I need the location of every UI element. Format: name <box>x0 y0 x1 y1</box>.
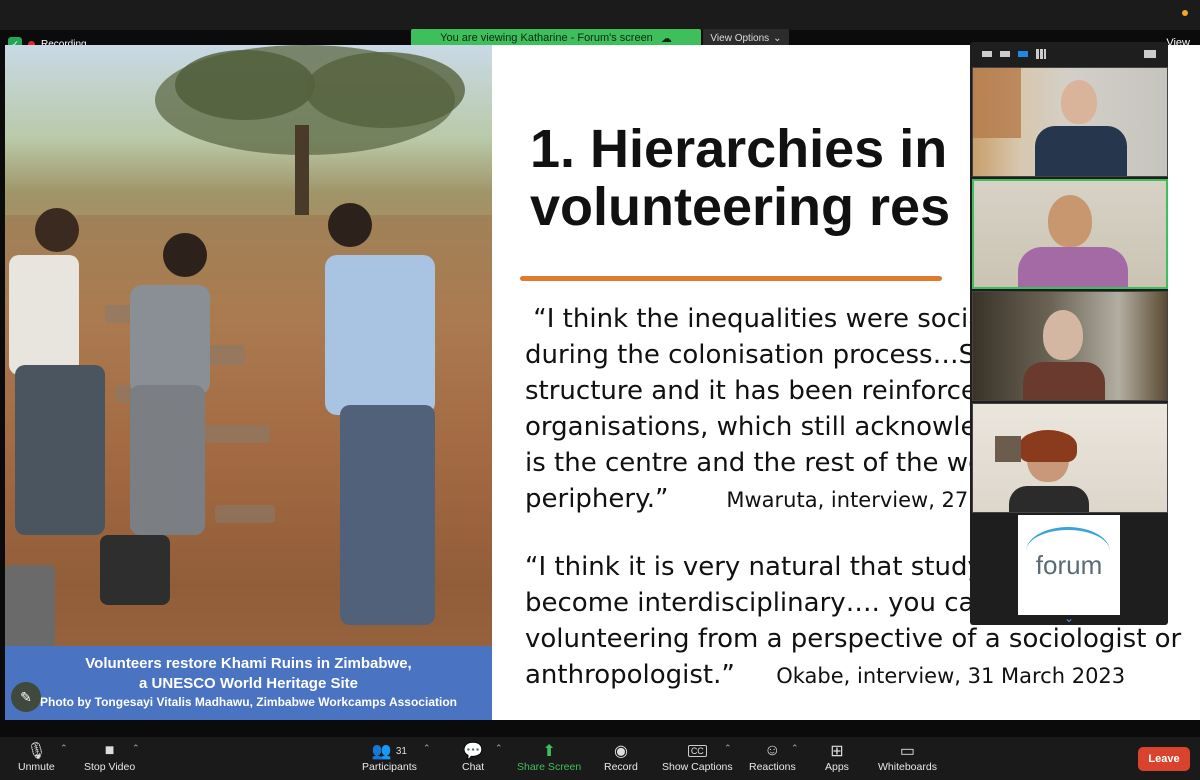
captions-icon: CC <box>687 741 707 761</box>
chat-options-chevron-icon[interactable]: ⌃ <box>495 743 503 754</box>
video-tile[interactable] <box>972 291 1168 401</box>
cloud-icon: ☁ <box>660 32 672 45</box>
top-bar <box>0 0 1200 30</box>
participants-video-panel: forum ⌄ <box>970 42 1168 625</box>
speaker-view-icon[interactable] <box>1000 51 1010 57</box>
apps-label: Apps <box>825 761 849 773</box>
grid-view-icon[interactable] <box>1036 49 1046 59</box>
captions-badge: CC <box>687 745 707 757</box>
forum-logo-tile[interactable]: forum <box>1018 515 1120 615</box>
participant-hair <box>1019 430 1077 462</box>
participant-face <box>1043 310 1083 360</box>
share-screen-icon: ⬆ <box>542 743 556 760</box>
participant-body <box>1009 486 1089 512</box>
view-options-label: View Options <box>710 32 770 44</box>
quote-1-citation: Mwaruta, interview, 27 M <box>726 488 994 512</box>
record-label: Record <box>604 761 638 773</box>
map-image <box>973 68 1021 138</box>
minimize-icon[interactable] <box>982 51 992 57</box>
whiteboard-icon: ▭ <box>899 743 916 760</box>
participants-count: 31 <box>395 745 407 757</box>
apps-icon: ⊞ <box>830 743 844 760</box>
record-button[interactable]: ◉ Record <box>604 741 638 773</box>
photo-caption: Volunteers restore Khami Ruins in Zimbab… <box>5 646 492 720</box>
video-options-chevron-icon[interactable]: ⌃ <box>132 743 140 754</box>
microphone-muted-icon: 🎙 <box>26 743 47 760</box>
video-camera-icon: ■ <box>104 742 115 759</box>
viewing-banner-text: You are viewing Katharine - Forum's scre… <box>440 32 653 44</box>
share-screen-label: Share Screen <box>517 761 582 773</box>
quote-1-text: “I think the inequalities were socially … <box>525 304 1014 514</box>
pop-out-icon[interactable] <box>1144 50 1156 58</box>
video-tile[interactable] <box>972 67 1168 177</box>
chat-icon: 💬 <box>463 743 484 760</box>
record-icon: ◉ <box>613 743 628 760</box>
volunteers-photo: Volunteers restore Khami Ruins in Zimbab… <box>5 45 492 720</box>
reactions-label: Reactions <box>749 761 796 773</box>
wall-picture <box>995 436 1021 462</box>
stop-video-label: Stop Video <box>84 761 136 773</box>
slide-title: 1. Hierarchies in volunteering res <box>530 119 951 237</box>
chevron-down-icon: ⌄ <box>773 32 782 44</box>
title-underline <box>520 276 942 281</box>
view-label: View <box>1166 36 1190 49</box>
forum-logo-text: forum <box>1035 549 1103 580</box>
captions-options-chevron-icon[interactable]: ⌃ <box>724 743 732 754</box>
participant-body <box>1023 362 1105 400</box>
whiteboards-label: Whiteboards <box>878 761 937 773</box>
reactions-options-chevron-icon[interactable]: ⌃ <box>791 743 799 754</box>
participants-options-chevron-icon[interactable]: ⌃ <box>423 743 431 754</box>
scroll-down-chevron-icon[interactable]: ⌄ <box>970 611 1168 625</box>
chat-button[interactable]: 💬 Chat <box>462 741 484 773</box>
caption-line-1: Volunteers restore Khami Ruins in Zimbab… <box>85 655 412 672</box>
annotate-pencil-icon[interactable]: ✎ <box>11 682 41 712</box>
stop-video-button[interactable]: ■ Stop Video <box>84 741 135 773</box>
participants-button[interactable]: 👥 31 Participants <box>362 741 417 773</box>
video-tile-active-speaker[interactable] <box>972 179 1168 289</box>
show-captions-label: Show Captions <box>662 761 733 773</box>
apps-button[interactable]: ⊞ Apps <box>825 741 849 773</box>
participant-face <box>1061 80 1097 124</box>
reactions-button[interactable]: ☺ Reactions <box>749 741 796 773</box>
strip-view-icon[interactable] <box>1018 51 1028 57</box>
unmute-button[interactable]: 🎙 Unmute <box>18 741 55 773</box>
participants-icon: 👥 31 <box>371 743 407 760</box>
video-tile[interactable] <box>972 403 1168 513</box>
quote-1: “I think the inequalities were socially … <box>525 301 1014 518</box>
audio-options-chevron-icon[interactable]: ⌃ <box>60 743 68 754</box>
unmute-label: Unmute <box>18 761 55 773</box>
meeting-toolbar: 🎙 Unmute ⌃ ■ Stop Video ⌃ 👥 31 Participan… <box>0 737 1200 780</box>
reactions-smiley-icon: ☺ <box>764 742 781 759</box>
share-screen-button[interactable]: ⬆ Share Screen <box>517 741 581 773</box>
whiteboards-button[interactable]: ▭ Whiteboards <box>878 741 937 773</box>
photo-credit: Photo by Tongesayi Vitalis Madhawu, Zimb… <box>40 695 457 709</box>
leave-button[interactable]: Leave <box>1138 747 1190 771</box>
participant-body <box>1035 126 1127 176</box>
panel-header <box>970 42 1168 66</box>
workers-image <box>5 203 492 655</box>
quote-2-citation: Okabe, interview, 31 March 2023 <box>776 664 1126 688</box>
participant-body <box>1018 247 1128 287</box>
caption-line-2: a UNESCO World Heritage Site <box>139 675 358 692</box>
participants-label: Participants <box>362 761 417 773</box>
show-captions-button[interactable]: CC Show Captions <box>662 741 733 773</box>
status-dot <box>1182 10 1188 16</box>
participant-face <box>1048 195 1092 247</box>
chat-label: Chat <box>462 761 485 773</box>
